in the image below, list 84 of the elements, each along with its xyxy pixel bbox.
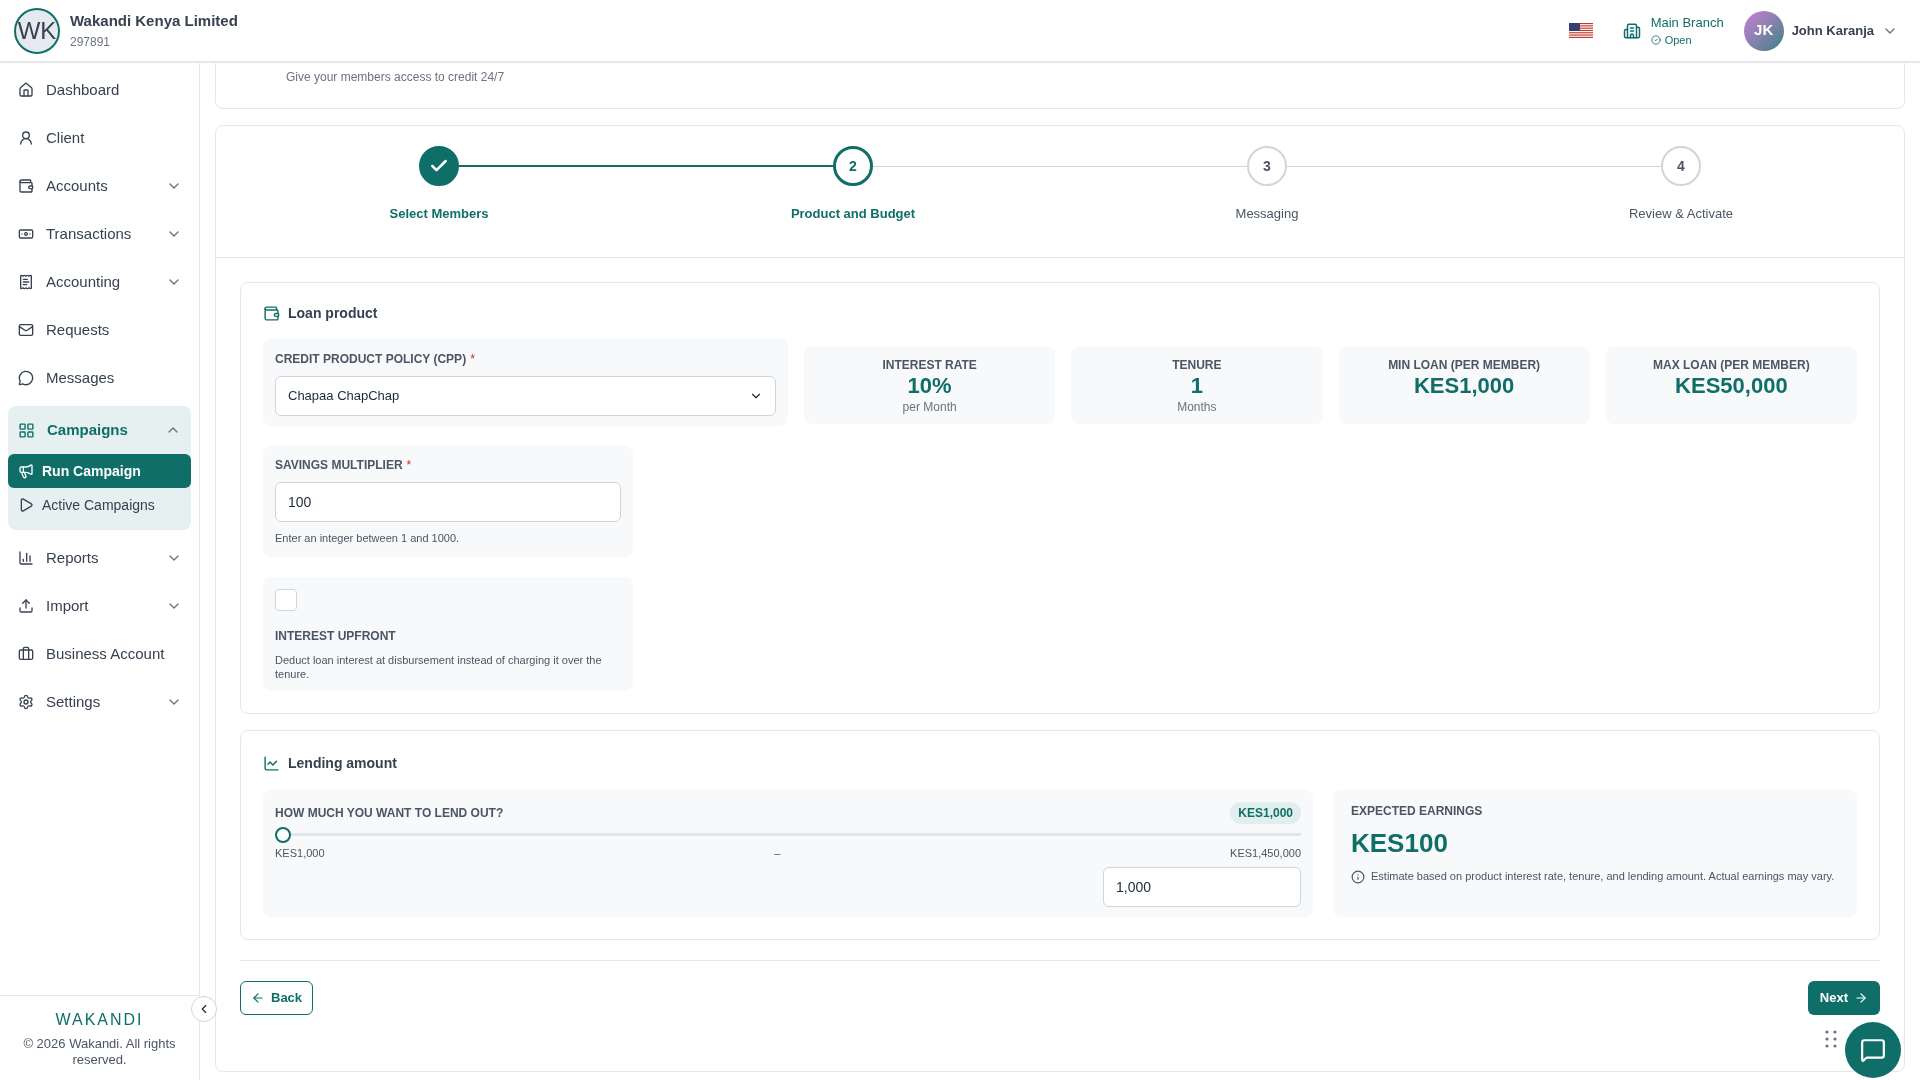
next-button[interactable]: Next (1807, 981, 1880, 1015)
field-label: EXPECTED EARNINGS (1351, 802, 1484, 820)
play-icon (18, 497, 34, 513)
sidebar-item[interactable]: Accounting (8, 258, 192, 306)
grip-icon[interactable] (1825, 1030, 1837, 1048)
grid-icon (18, 421, 35, 439)
sidebar-item[interactable]: Settings (8, 678, 192, 726)
sidebar-subitem[interactable]: Active Campaigns (8, 488, 191, 522)
user-name[interactable]: John Karanja (1791, 20, 1874, 41)
field-hint: Enter an integer between 1 and 1000. (275, 531, 461, 546)
info-icon (1351, 869, 1365, 884)
policy-select[interactable]: Chapaa ChapChap (275, 376, 776, 416)
bar-chart-icon (18, 550, 34, 566)
field-label: INTEREST UPFRONT (275, 627, 397, 645)
branch-status: Open (1650, 32, 1724, 49)
banknote-icon (18, 226, 34, 242)
org-code: 297891 (70, 33, 112, 51)
wallet-icon (18, 178, 34, 194)
mail-icon (18, 322, 34, 338)
sidebar-item[interactable]: Messages (8, 354, 192, 402)
range-separator: – (774, 845, 781, 861)
back-button[interactable]: Back (240, 981, 314, 1015)
user-avatar[interactable]: JK (1743, 10, 1784, 51)
slider-thumb[interactable] (275, 826, 291, 843)
sidebar-item[interactable]: Business Account (8, 630, 192, 678)
line-chart-icon (263, 754, 280, 772)
check-circle-icon (1650, 35, 1661, 46)
required-mark: * (406, 457, 412, 474)
org-avatar: WK (14, 7, 60, 54)
stat-label: TENURE (1172, 357, 1222, 374)
briefcase-icon (18, 646, 34, 662)
section-title: Lending amount (288, 753, 397, 773)
section-title: Loan product (288, 304, 378, 323)
settings-icon (18, 694, 34, 710)
sidebar-item[interactable]: Accounts (8, 162, 192, 210)
copyright-text: © 2026 Wakandi. All rights reserved. (22, 1036, 177, 1068)
chat-icon (1860, 1037, 1886, 1063)
upfront-checkbox[interactable] (275, 588, 297, 611)
amount-badge: KES1,000 (1230, 801, 1301, 824)
stat-value: KES1,000 (1413, 374, 1515, 398)
user-icon (18, 130, 34, 146)
brand-logo: WAKANDI (55, 1010, 144, 1030)
flag-icon[interactable] (1568, 22, 1593, 39)
sidebar-item[interactable]: Transactions (8, 210, 192, 258)
max-label: KES1,450,000 (1230, 845, 1301, 861)
earnings-note: Estimate based on product interest rate, tenure, and lending amount. Actual earnings may vary. (1371, 868, 1835, 884)
required-mark: * (470, 351, 475, 368)
sidebar-item[interactable]: Client (8, 114, 192, 162)
org-name: Wakandi Kenya Limited (70, 11, 238, 32)
sidebar-item[interactable]: Requests (8, 306, 192, 354)
stat-label: INTEREST RATE (882, 357, 977, 374)
wallet-icon (263, 305, 280, 322)
sidebar-item[interactable]: Reports (8, 534, 192, 582)
stat-unit: per Month (902, 399, 957, 416)
upload-icon (18, 598, 34, 614)
stat-unit: Months (1177, 399, 1217, 416)
receipt-icon (18, 274, 34, 290)
sidebar-item[interactable]: Campaigns (8, 406, 191, 454)
sidebar-item[interactable]: Dashboard (8, 66, 192, 114)
step-label: Messaging (1235, 205, 1299, 223)
min-label: KES1,000 (275, 845, 325, 861)
stat-value: KES50,000 (1675, 374, 1788, 398)
sidebar-subitem[interactable]: Run Campaign (8, 454, 191, 488)
amount-input[interactable]: 1,000 (1103, 867, 1301, 907)
field-label: SAVINGS MULTIPLIER (275, 457, 403, 474)
stat-value: 10% (907, 374, 952, 398)
earnings-value: KES100 (1351, 826, 1449, 860)
step-label: Select Members (389, 205, 489, 223)
stat-label: MAX LOAN (PER MEMBER) (1653, 357, 1810, 374)
banner-subtitle: Give your members access to credit 24/7 (286, 70, 505, 84)
field-label: CREDIT PRODUCT POLICY (CPP) (275, 351, 467, 368)
stat-value: 1 (1190, 374, 1203, 398)
field-label: HOW MUCH YOU WANT TO LEND OUT? (275, 804, 504, 822)
step-label: Product and Budget (790, 205, 916, 223)
building-icon (1622, 21, 1641, 40)
stat-label: MIN LOAN (PER MEMBER) (1388, 357, 1541, 374)
sidebar-item[interactable]: Import (8, 582, 192, 630)
house-icon (18, 82, 34, 98)
field-description: Deduct loan interest at disbursement instead of charging it over the tenure. (275, 652, 603, 681)
step-label: Review & Activate (1628, 205, 1733, 223)
chat-bubble-icon (18, 370, 34, 386)
branch-name[interactable]: Main Branch (1650, 12, 1724, 32)
megaphone-icon (18, 463, 34, 479)
multiplier-input[interactable]: 100 (275, 482, 621, 522)
